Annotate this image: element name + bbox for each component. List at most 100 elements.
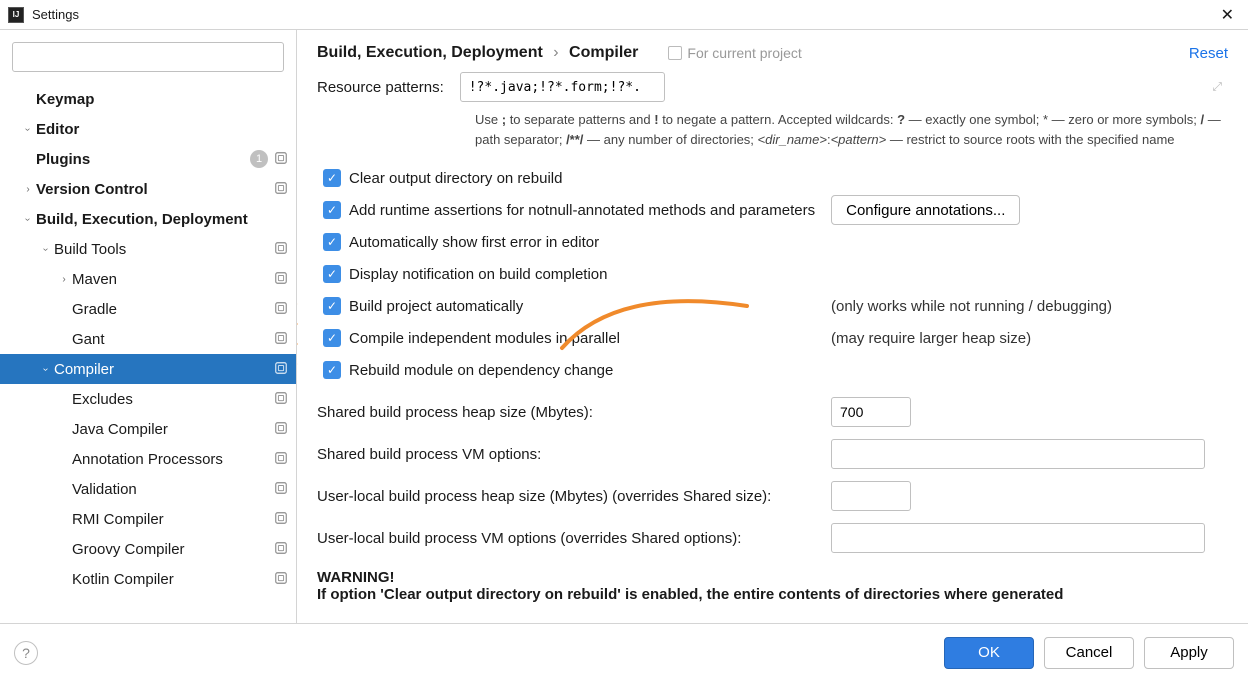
- project-scope-icon: [274, 451, 288, 468]
- chevron-icon: [56, 274, 72, 285]
- breadcrumb: Build, Execution, Deployment › Compiler: [317, 44, 638, 62]
- tree-item-label: Gradle: [72, 301, 274, 318]
- show-first-error-label: Automatically show first error in editor: [349, 234, 599, 251]
- scope-indicator: For current project: [668, 45, 801, 61]
- tree-item-keymap[interactable]: Keymap: [0, 84, 296, 114]
- rebuild-dependency-label: Rebuild module on dependency change: [349, 362, 613, 379]
- clear-output-checkbox[interactable]: ✓: [323, 169, 341, 187]
- breadcrumb-separator: ›: [553, 44, 558, 61]
- content-panel: Build, Execution, Deployment › Compiler …: [297, 30, 1248, 623]
- project-scope-icon: [668, 46, 682, 60]
- configure-annotations-button[interactable]: Configure annotations...: [831, 195, 1020, 225]
- chevron-icon: [20, 184, 36, 195]
- tree-item-maven[interactable]: Maven: [0, 264, 296, 294]
- apply-button[interactable]: Apply: [1144, 637, 1234, 669]
- tree-item-label: Kotlin Compiler: [72, 571, 274, 588]
- tree-item-version-control[interactable]: Version Control: [0, 174, 296, 204]
- resource-patterns-label: Resource patterns:: [317, 79, 444, 96]
- tree-item-excludes[interactable]: Excludes: [0, 384, 296, 414]
- ok-button[interactable]: OK: [944, 637, 1034, 669]
- patterns-help-text: Use ; to separate patterns and ! to nega…: [475, 110, 1228, 149]
- chevron-icon: [38, 364, 54, 375]
- project-scope-icon: [274, 301, 288, 318]
- tree-item-rmi-compiler[interactable]: RMI Compiler: [0, 504, 296, 534]
- clear-output-label: Clear output directory on rebuild: [349, 170, 562, 187]
- local-heap-label: User-local build process heap size (Mbyt…: [317, 488, 831, 505]
- warning-block: WARNING! If option 'Clear output directo…: [317, 569, 1228, 603]
- tree-item-kotlin-compiler[interactable]: Kotlin Compiler: [0, 564, 296, 594]
- compile-parallel-label: Compile independent modules in parallel: [349, 330, 620, 347]
- tree-item-plugins[interactable]: Plugins1: [0, 144, 296, 174]
- help-icon[interactable]: ?: [14, 641, 38, 665]
- tree-item-label: Gant: [72, 331, 274, 348]
- notification-checkbox[interactable]: ✓: [323, 265, 341, 283]
- chevron-icon: [20, 124, 36, 135]
- tree-item-label: Plugins: [36, 151, 250, 168]
- project-scope-icon: [274, 181, 288, 198]
- build-automatically-note: (only works while not running / debuggin…: [831, 298, 1112, 315]
- tree-item-groovy-compiler[interactable]: Groovy Compiler: [0, 534, 296, 564]
- footer: ? OK Cancel Apply: [0, 623, 1248, 681]
- local-vm-input[interactable]: [831, 523, 1205, 553]
- breadcrumb-part-2: Compiler: [569, 44, 638, 61]
- tree-item-label: Excludes: [72, 391, 274, 408]
- tree-item-java-compiler[interactable]: Java Compiler: [0, 414, 296, 444]
- search-input[interactable]: [12, 42, 284, 72]
- compile-parallel-note: (may require larger heap size): [831, 330, 1031, 347]
- compile-parallel-checkbox[interactable]: ✓: [323, 329, 341, 347]
- project-scope-icon: [274, 421, 288, 438]
- local-vm-label: User-local build process VM options (ove…: [317, 530, 831, 547]
- project-scope-icon: [274, 361, 288, 378]
- chevron-icon: [38, 244, 54, 255]
- runtime-assertions-checkbox[interactable]: ✓: [323, 201, 341, 219]
- shared-vm-label: Shared build process VM options:: [317, 446, 831, 463]
- tree-item-label: Version Control: [36, 181, 274, 198]
- tree-item-label: RMI Compiler: [72, 511, 274, 528]
- project-scope-icon: [274, 481, 288, 498]
- tree-item-label: Editor: [36, 121, 288, 138]
- notification-label: Display notification on build completion: [349, 266, 607, 283]
- chevron-icon: [20, 214, 36, 225]
- runtime-assertions-label: Add runtime assertions for notnull-annot…: [349, 202, 815, 219]
- tree-item-label: Maven: [72, 271, 274, 288]
- show-first-error-checkbox[interactable]: ✓: [323, 233, 341, 251]
- reset-link[interactable]: Reset: [1189, 45, 1228, 62]
- tree-item-gant[interactable]: Gant: [0, 324, 296, 354]
- tree-item-label: Groovy Compiler: [72, 541, 274, 558]
- content-body: Resource patterns: ⤢ Use ; to separate p…: [297, 72, 1248, 623]
- cancel-button[interactable]: Cancel: [1044, 637, 1134, 669]
- breadcrumb-part-1: Build, Execution, Deployment: [317, 44, 543, 61]
- warning-text: If option 'Clear output directory on reb…: [317, 586, 1228, 603]
- local-heap-input[interactable]: [831, 481, 911, 511]
- project-scope-icon: [274, 391, 288, 408]
- badge: 1: [250, 150, 268, 168]
- build-automatically-checkbox[interactable]: ✓: [323, 297, 341, 315]
- build-automatically-label: Build project automatically: [349, 298, 523, 315]
- settings-tree: Keymap Editor Plugins1 Version Control Build…: [0, 80, 296, 623]
- tree-item-editor[interactable]: Editor: [0, 114, 296, 144]
- project-scope-icon: [274, 271, 288, 288]
- sidebar: Keymap Editor Plugins1 Version Control Build…: [0, 30, 297, 623]
- tree-item-compiler[interactable]: Compiler: [0, 354, 296, 384]
- project-scope-icon: [274, 511, 288, 528]
- tree-item-label: Build, Execution, Deployment: [36, 211, 288, 228]
- window-title: Settings: [32, 7, 1215, 22]
- close-icon[interactable]: ✕: [1215, 5, 1240, 25]
- tree-item-validation[interactable]: Validation: [0, 474, 296, 504]
- tree-item-build-execution-deployment[interactable]: Build, Execution, Deployment: [0, 204, 296, 234]
- project-scope-icon: [274, 541, 288, 558]
- rebuild-dependency-checkbox[interactable]: ✓: [323, 361, 341, 379]
- project-scope-icon: [274, 331, 288, 348]
- shared-vm-input[interactable]: [831, 439, 1205, 469]
- tree-item-label: Annotation Processors: [72, 451, 274, 468]
- tree-item-gradle[interactable]: Gradle: [0, 294, 296, 324]
- warning-title: WARNING!: [317, 569, 1228, 586]
- project-scope-icon: [274, 241, 288, 258]
- shared-heap-input[interactable]: [831, 397, 911, 427]
- tree-item-label: Java Compiler: [72, 421, 274, 438]
- tree-item-build-tools[interactable]: Build Tools: [0, 234, 296, 264]
- project-scope-icon: [274, 571, 288, 588]
- resource-patterns-input[interactable]: [460, 72, 665, 102]
- titlebar: IJ Settings ✕: [0, 0, 1248, 30]
- tree-item-annotation-processors[interactable]: Annotation Processors: [0, 444, 296, 474]
